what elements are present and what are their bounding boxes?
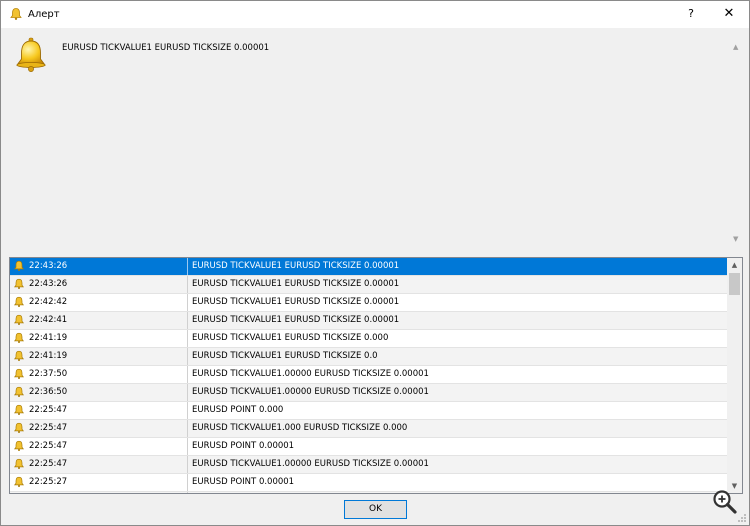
bell-icon: [13, 458, 25, 470]
alert-time: 22:25:47: [29, 423, 68, 433]
large-bell-icon: [16, 37, 46, 72]
alert-row[interactable]: 22:25:47 EURUSD TICKVALUE1.000 EURUSD TIC…: [10, 420, 728, 438]
column-divider: [187, 258, 188, 275]
column-divider: [187, 366, 188, 383]
alert-text: EURUSD POINT 0.00001: [192, 477, 295, 487]
alert-time: 22:25:27: [29, 492, 187, 493]
alert-row[interactable]: 22:41:19 EURUSD TICKVALUE1 EURUSD TICKSIZ…: [10, 330, 728, 348]
bell-icon: [13, 314, 25, 326]
alert-message: EURUSD TICKVALUE1 EURUSD TICKSIZE 0.0000…: [62, 43, 270, 53]
alert-text: EURUSD TICKVALUE1 EURUSD TICKSIZE 0.0000…: [192, 279, 400, 289]
alert-text: EURUSD TICKVALUE1 EURUSD TICKSIZE 0.0000…: [192, 315, 400, 325]
alert-time: 22:43:26: [29, 261, 68, 271]
column-divider: [187, 474, 188, 491]
bell-icon: [10, 8, 22, 20]
bell-icon: [13, 422, 25, 434]
alert-text: EURUSD TICKVALUE1.00000 EURUSD TICKSIZE …: [192, 387, 429, 397]
alert-text: EURUSD TICKVALUE1.00000 EURUSD TICKSIZE …: [192, 492, 429, 493]
bell-icon: [13, 332, 25, 344]
bell-icon: [13, 476, 25, 488]
alert-text: EURUSD TICKVALUE1 EURUSD TICKSIZE 0.000: [192, 333, 389, 343]
alert-time: 22:42:42: [29, 297, 68, 307]
alert-row[interactable]: 22:25:27 EURUSD POINT 0.00001: [10, 474, 728, 492]
alert-text: EURUSD TICKVALUE1.00000 EURUSD TICKSIZE …: [192, 459, 429, 469]
alert-text: EURUSD TICKVALUE1 EURUSD TICKSIZE 0.0000…: [192, 297, 400, 307]
alert-row[interactable]: 22:25:27 EURUSD TICKVALUE1.00000 EURUSD T…: [10, 492, 728, 493]
column-divider: [187, 420, 188, 437]
alert-text: EURUSD TICKVALUE1 EURUSD TICKSIZE 0.0000…: [192, 261, 400, 271]
alert-row[interactable]: 22:42:42 EURUSD TICKVALUE1 EURUSD TICKSIZ…: [10, 294, 728, 312]
title-bar[interactable]: Алерт ? ✕: [1, 1, 749, 28]
column-divider: [187, 438, 188, 455]
alert-text: EURUSD TICKVALUE1.00000 EURUSD TICKSIZE …: [192, 369, 429, 379]
alert-row[interactable]: 22:25:47 EURUSD POINT 0.00001: [10, 438, 728, 456]
message-scroll-down-icon[interactable]: ▼: [733, 235, 741, 243]
column-divider: [187, 384, 188, 401]
alert-time: 22:41:19: [29, 333, 68, 343]
bell-icon: [13, 404, 25, 416]
alert-time: 22:25:47: [29, 441, 68, 451]
column-divider: [187, 456, 188, 473]
alert-time: 22:25:27: [29, 477, 68, 487]
alert-text: EURUSD TICKVALUE1 EURUSD TICKSIZE 0.0: [192, 351, 378, 361]
column-divider: [187, 276, 188, 293]
alert-time: 22:42:41: [29, 315, 68, 325]
vertical-scrollbar[interactable]: ▲ ▼: [727, 258, 742, 493]
bell-icon: [13, 440, 25, 452]
alert-row[interactable]: 22:43:26 EURUSD TICKVALUE1 EURUSD TICKSIZ…: [10, 258, 728, 276]
bell-icon: [13, 260, 25, 272]
scroll-thumb[interactable]: [729, 273, 740, 295]
alert-time: 22:25:47: [29, 405, 68, 415]
alert-row[interactable]: 22:41:19 EURUSD TICKVALUE1 EURUSD TICKSIZ…: [10, 348, 728, 366]
alert-time: 22:37:50: [29, 369, 68, 379]
alert-window: Алерт ? ✕ EURUSD TICKVALUE1 EURUSD TICKS…: [0, 0, 750, 526]
resize-grip-icon[interactable]: [737, 513, 747, 523]
column-divider: [187, 294, 188, 311]
bell-icon: [13, 386, 25, 398]
alert-text: EURUSD POINT 0.00001: [192, 441, 295, 451]
message-area: EURUSD TICKVALUE1 EURUSD TICKSIZE 0.0000…: [7, 29, 743, 253]
column-divider: [187, 402, 188, 419]
alert-row[interactable]: 22:42:41 EURUSD TICKVALUE1 EURUSD TICKSIZ…: [10, 312, 728, 330]
alert-row[interactable]: 22:25:47 EURUSD POINT 0.000: [10, 402, 728, 420]
scroll-up-arrow-icon[interactable]: ▲: [727, 258, 742, 272]
column-divider: [187, 330, 188, 347]
ok-button[interactable]: OK: [344, 500, 407, 519]
column-divider: [187, 312, 188, 329]
alert-time: 22:25:47: [29, 459, 68, 469]
alert-text: EURUSD POINT 0.000: [192, 405, 284, 415]
column-divider: [187, 492, 188, 493]
bell-icon: [13, 296, 25, 308]
close-button[interactable]: ✕: [713, 3, 745, 25]
bell-icon: [13, 350, 25, 362]
alert-row[interactable]: 22:37:50 EURUSD TICKVALUE1.00000 EURUSD T…: [10, 366, 728, 384]
alert-row[interactable]: 22:36:50 EURUSD TICKVALUE1.00000 EURUSD T…: [10, 384, 728, 402]
alert-row[interactable]: 22:43:26 EURUSD TICKVALUE1 EURUSD TICKSIZ…: [10, 276, 728, 294]
alert-history-list[interactable]: 22:43:26 EURUSD TICKVALUE1 EURUSD TICKSIZ…: [9, 257, 743, 494]
alert-rows: 22:43:26 EURUSD TICKVALUE1 EURUSD TICKSIZ…: [10, 258, 728, 493]
bell-icon: [13, 368, 25, 380]
alert-time: 22:36:50: [29, 387, 68, 397]
zoom-in-icon[interactable]: [711, 488, 739, 516]
alert-time: 22:43:26: [29, 279, 68, 289]
alert-time: 22:41:19: [29, 351, 68, 361]
alert-text: EURUSD TICKVALUE1.000 EURUSD TICKSIZE 0.…: [192, 423, 408, 433]
column-divider: [187, 348, 188, 365]
window-title: Алерт: [28, 9, 60, 20]
message-scroll-up-icon[interactable]: ▲: [733, 43, 741, 51]
bell-icon: [13, 278, 25, 290]
alert-row[interactable]: 22:25:47 EURUSD TICKVALUE1.00000 EURUSD T…: [10, 456, 728, 474]
help-button[interactable]: ?: [677, 3, 705, 25]
